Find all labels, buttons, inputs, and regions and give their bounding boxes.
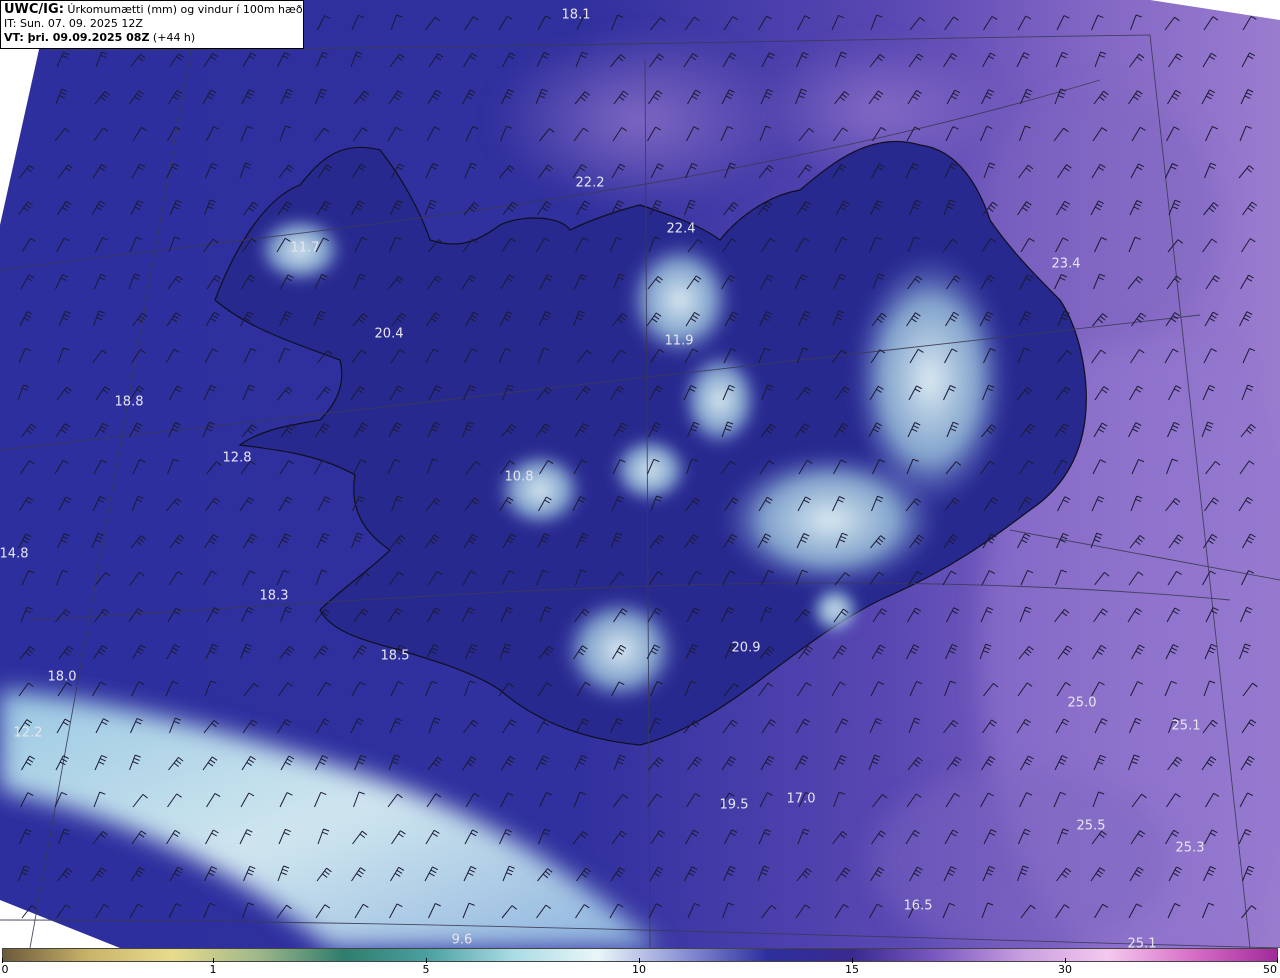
wind-value-label: 20.9 (731, 640, 761, 656)
wind-value-label: 18.8 (114, 394, 144, 410)
initial-time: IT: Sun. 07. 09. 2025 12Z (4, 17, 143, 30)
weather-map: UWC/IG: Úrkomumætti (mm) og vindur í 100… (0, 0, 1280, 948)
valid-time: VT: þri. 09.09.2025 08Z (4, 31, 150, 44)
wind-value-label: 16.5 (903, 898, 933, 914)
model-name: UWC/IG: (4, 2, 64, 17)
map-info-box: UWC/IG: Úrkomumætti (mm) og vindur í 100… (0, 0, 304, 49)
wind-value-label: 25.1 (1127, 936, 1157, 949)
wind-value-label: 22.4 (666, 221, 696, 237)
colorbar-strip (2, 948, 1278, 962)
wind-value-label: 12.2 (13, 725, 43, 741)
wind-value-label: 20.4 (374, 326, 404, 342)
colorbar: 0 1 5 10 15 30 50 (0, 948, 1280, 978)
wind-value-label: 17.0 (786, 791, 816, 807)
colorbar-tick: 30 (1058, 963, 1072, 976)
colorbar-tick: 10 (632, 963, 646, 976)
wind-value-label: 19.5 (719, 797, 749, 813)
colorbar-tick: 0 (1, 963, 9, 976)
colorbar-tick: 15 (845, 963, 859, 976)
wind-value-label: 10.8 (504, 469, 534, 485)
wind-value-label: 14.8 (0, 546, 29, 562)
lead-time: (+44 h) (149, 31, 196, 44)
wind-value-label: 18.5 (380, 648, 410, 664)
wind-value-label: 18.1 (561, 7, 591, 23)
wind-value-label: 22.2 (575, 175, 605, 191)
wind-value-label: 25.1 (1171, 718, 1201, 734)
wind-value-label: 18.3 (259, 588, 289, 604)
wind-value-label: 18.0 (47, 669, 77, 685)
wind-value-label: 11.7 (290, 240, 320, 256)
wind-value-label: 12.8 (222, 450, 252, 466)
colorbar-tick: 1 (209, 963, 217, 976)
wind-value-label: 11.9 (664, 333, 694, 349)
wind-value-label: 25.3 (1175, 840, 1205, 856)
wind-value-label: 25.5 (1076, 818, 1106, 834)
colorbar-tick: 50 (1263, 963, 1277, 976)
map-canvas (0, 0, 1280, 948)
map-title: Úrkomumætti (mm) og vindur í 100m hæð (63, 3, 303, 16)
wind-value-label: 9.6 (451, 932, 473, 948)
wind-value-label: 25.0 (1067, 695, 1097, 711)
wind-value-label: 23.4 (1051, 256, 1081, 272)
colorbar-tick: 5 (422, 963, 430, 976)
